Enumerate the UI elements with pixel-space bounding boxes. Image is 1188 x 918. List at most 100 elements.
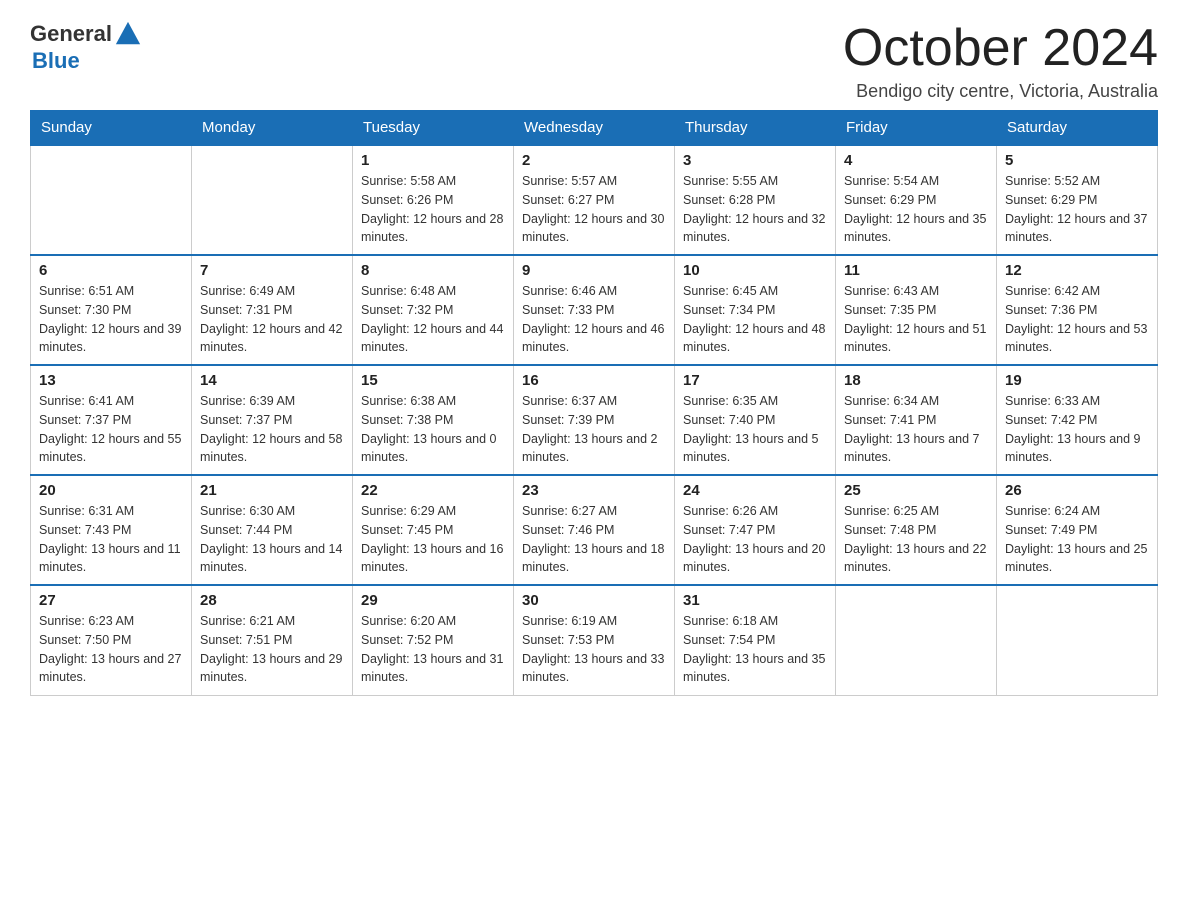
table-row: 9 Sunrise: 6:46 AMSunset: 7:33 PMDaylight… bbox=[514, 255, 675, 365]
day-info: Sunrise: 6:46 AMSunset: 7:33 PMDaylight:… bbox=[522, 282, 666, 357]
logo-blue-text: Blue bbox=[32, 48, 80, 74]
table-row: 20 Sunrise: 6:31 AMSunset: 7:43 PMDayligh… bbox=[31, 475, 192, 585]
day-info: Sunrise: 5:52 AMSunset: 6:29 PMDaylight:… bbox=[1005, 172, 1149, 247]
day-info: Sunrise: 6:37 AMSunset: 7:39 PMDaylight:… bbox=[522, 392, 666, 467]
table-row: 15 Sunrise: 6:38 AMSunset: 7:38 PMDayligh… bbox=[353, 365, 514, 475]
day-number: 12 bbox=[1005, 262, 1149, 279]
day-number: 4 bbox=[844, 152, 988, 169]
day-info: Sunrise: 6:26 AMSunset: 7:47 PMDaylight:… bbox=[683, 502, 827, 577]
table-row: 16Sunrise: 6:37 AMSunset: 7:39 PMDayligh… bbox=[514, 365, 675, 475]
day-info: Sunrise: 6:49 AMSunset: 7:31 PMDaylight:… bbox=[200, 282, 344, 357]
table-row: 18 Sunrise: 6:34 AMSunset: 7:41 PMDayligh… bbox=[836, 365, 997, 475]
day-info: Sunrise: 5:57 AMSunset: 6:27 PMDaylight:… bbox=[522, 172, 666, 247]
day-info: Sunrise: 6:38 AMSunset: 7:38 PMDaylight:… bbox=[361, 392, 505, 467]
day-number: 9 bbox=[522, 262, 666, 279]
day-number: 22 bbox=[361, 482, 505, 499]
day-number: 25 bbox=[844, 482, 988, 499]
day-number: 24 bbox=[683, 482, 827, 499]
day-number: 7 bbox=[200, 262, 344, 279]
calendar-week-row: 27 Sunrise: 6:23 AMSunset: 7:50 PMDayligh… bbox=[31, 585, 1158, 695]
day-number: 19 bbox=[1005, 372, 1149, 389]
table-row: 17Sunrise: 6:35 AMSunset: 7:40 PMDayligh… bbox=[675, 365, 836, 475]
calendar-week-row: 1 Sunrise: 5:58 AMSunset: 6:26 PMDaylight… bbox=[31, 145, 1158, 255]
table-row: 24 Sunrise: 6:26 AMSunset: 7:47 PMDayligh… bbox=[675, 475, 836, 585]
day-info: Sunrise: 6:34 AMSunset: 7:41 PMDaylight:… bbox=[844, 392, 988, 467]
day-info: Sunrise: 6:20 AMSunset: 7:52 PMDaylight:… bbox=[361, 612, 505, 687]
day-info: Sunrise: 6:33 AMSunset: 7:42 PMDaylight:… bbox=[1005, 392, 1149, 467]
day-info: Sunrise: 6:30 AMSunset: 7:44 PMDaylight:… bbox=[200, 502, 344, 577]
day-info: Sunrise: 6:19 AMSunset: 7:53 PMDaylight:… bbox=[522, 612, 666, 687]
logo-icon bbox=[114, 20, 142, 48]
day-number: 10 bbox=[683, 262, 827, 279]
calendar-week-row: 6Sunrise: 6:51 AMSunset: 7:30 PMDaylight… bbox=[31, 255, 1158, 365]
day-info: Sunrise: 5:55 AMSunset: 6:28 PMDaylight:… bbox=[683, 172, 827, 247]
table-row: 3 Sunrise: 5:55 AMSunset: 6:28 PMDaylight… bbox=[675, 145, 836, 255]
day-info: Sunrise: 6:24 AMSunset: 7:49 PMDaylight:… bbox=[1005, 502, 1149, 577]
table-row: 31 Sunrise: 6:18 AMSunset: 7:54 PMDayligh… bbox=[675, 585, 836, 695]
day-number: 6 bbox=[39, 262, 183, 279]
day-number: 29 bbox=[361, 592, 505, 609]
day-info: Sunrise: 6:43 AMSunset: 7:35 PMDaylight:… bbox=[844, 282, 988, 357]
table-row: 13 Sunrise: 6:41 AMSunset: 7:37 PMDayligh… bbox=[31, 365, 192, 475]
table-row bbox=[192, 145, 353, 255]
header-friday: Friday bbox=[836, 111, 997, 146]
day-info: Sunrise: 6:18 AMSunset: 7:54 PMDaylight:… bbox=[683, 612, 827, 687]
day-info: Sunrise: 6:42 AMSunset: 7:36 PMDaylight:… bbox=[1005, 282, 1149, 357]
day-info: Sunrise: 5:58 AMSunset: 6:26 PMDaylight:… bbox=[361, 172, 505, 247]
table-row: 22 Sunrise: 6:29 AMSunset: 7:45 PMDayligh… bbox=[353, 475, 514, 585]
calendar-week-row: 20 Sunrise: 6:31 AMSunset: 7:43 PMDayligh… bbox=[31, 475, 1158, 585]
day-number: 3 bbox=[683, 152, 827, 169]
day-number: 13 bbox=[39, 372, 183, 389]
day-number: 23 bbox=[522, 482, 666, 499]
table-row bbox=[997, 585, 1158, 695]
day-number: 31 bbox=[683, 592, 827, 609]
day-number: 5 bbox=[1005, 152, 1149, 169]
table-row: 27 Sunrise: 6:23 AMSunset: 7:50 PMDayligh… bbox=[31, 585, 192, 695]
day-info: Sunrise: 6:45 AMSunset: 7:34 PMDaylight:… bbox=[683, 282, 827, 357]
table-row: 26 Sunrise: 6:24 AMSunset: 7:49 PMDayligh… bbox=[997, 475, 1158, 585]
table-row: 4Sunrise: 5:54 AMSunset: 6:29 PMDaylight… bbox=[836, 145, 997, 255]
day-number: 27 bbox=[39, 592, 183, 609]
header-thursday: Thursday bbox=[675, 111, 836, 146]
day-info: Sunrise: 6:23 AMSunset: 7:50 PMDaylight:… bbox=[39, 612, 183, 687]
table-row: 12 Sunrise: 6:42 AMSunset: 7:36 PMDayligh… bbox=[997, 255, 1158, 365]
day-info: Sunrise: 6:35 AMSunset: 7:40 PMDaylight:… bbox=[683, 392, 827, 467]
day-info: Sunrise: 6:48 AMSunset: 7:32 PMDaylight:… bbox=[361, 282, 505, 357]
calendar-table: Sunday Monday Tuesday Wednesday Thursday… bbox=[30, 110, 1158, 696]
day-info: Sunrise: 6:31 AMSunset: 7:43 PMDaylight:… bbox=[39, 502, 183, 577]
month-title: October 2024 bbox=[843, 20, 1158, 77]
day-number: 1 bbox=[361, 152, 505, 169]
day-info: Sunrise: 6:39 AMSunset: 7:37 PMDaylight:… bbox=[200, 392, 344, 467]
logo-general-text: General bbox=[30, 21, 112, 47]
day-info: Sunrise: 6:41 AMSunset: 7:37 PMDaylight:… bbox=[39, 392, 183, 467]
calendar-week-row: 13 Sunrise: 6:41 AMSunset: 7:37 PMDayligh… bbox=[31, 365, 1158, 475]
table-row: 6Sunrise: 6:51 AMSunset: 7:30 PMDaylight… bbox=[31, 255, 192, 365]
header-wednesday: Wednesday bbox=[514, 111, 675, 146]
calendar-header-row: Sunday Monday Tuesday Wednesday Thursday… bbox=[31, 111, 1158, 146]
table-row: 28Sunrise: 6:21 AMSunset: 7:51 PMDayligh… bbox=[192, 585, 353, 695]
table-row: 8 Sunrise: 6:48 AMSunset: 7:32 PMDaylight… bbox=[353, 255, 514, 365]
table-row: 30 Sunrise: 6:19 AMSunset: 7:53 PMDayligh… bbox=[514, 585, 675, 695]
table-row bbox=[836, 585, 997, 695]
day-number: 20 bbox=[39, 482, 183, 499]
table-row: 11 Sunrise: 6:43 AMSunset: 7:35 PMDayligh… bbox=[836, 255, 997, 365]
day-number: 11 bbox=[844, 262, 988, 279]
day-info: Sunrise: 6:25 AMSunset: 7:48 PMDaylight:… bbox=[844, 502, 988, 577]
header-sunday: Sunday bbox=[31, 111, 192, 146]
day-info: Sunrise: 6:21 AMSunset: 7:51 PMDaylight:… bbox=[200, 612, 344, 687]
day-number: 26 bbox=[1005, 482, 1149, 499]
day-info: Sunrise: 6:29 AMSunset: 7:45 PMDaylight:… bbox=[361, 502, 505, 577]
table-row: 19 Sunrise: 6:33 AMSunset: 7:42 PMDayligh… bbox=[997, 365, 1158, 475]
day-number: 14 bbox=[200, 372, 344, 389]
day-number: 18 bbox=[844, 372, 988, 389]
day-number: 15 bbox=[361, 372, 505, 389]
table-row bbox=[31, 145, 192, 255]
header-monday: Monday bbox=[192, 111, 353, 146]
day-number: 2 bbox=[522, 152, 666, 169]
day-number: 30 bbox=[522, 592, 666, 609]
logo: General Blue bbox=[30, 20, 142, 74]
table-row: 21Sunrise: 6:30 AMSunset: 7:44 PMDayligh… bbox=[192, 475, 353, 585]
day-number: 8 bbox=[361, 262, 505, 279]
table-row: 7 Sunrise: 6:49 AMSunset: 7:31 PMDaylight… bbox=[192, 255, 353, 365]
table-row: 2 Sunrise: 5:57 AMSunset: 6:27 PMDaylight… bbox=[514, 145, 675, 255]
